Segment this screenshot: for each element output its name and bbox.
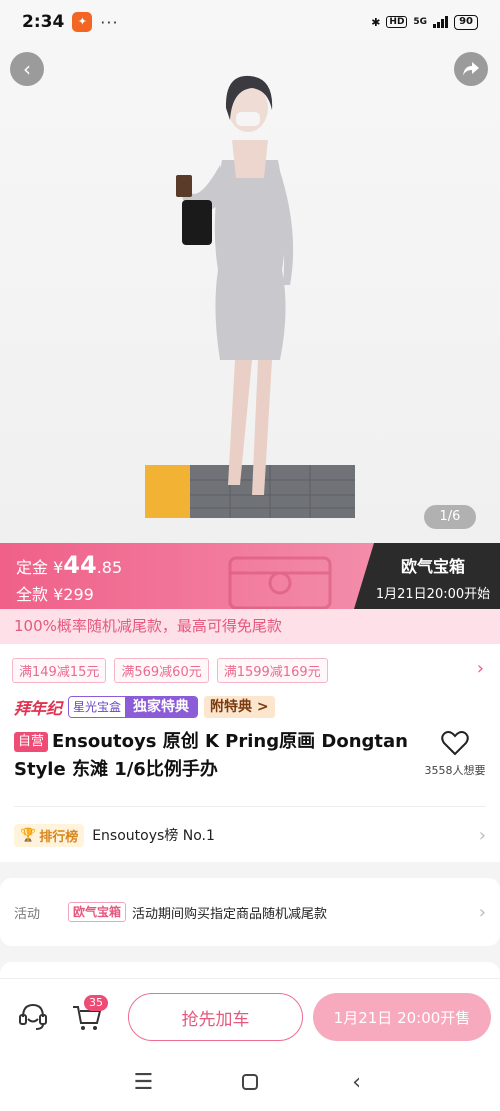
trophy-icon: 🏆	[20, 827, 37, 843]
coupon-item[interactable]: 满569减60元	[114, 658, 209, 683]
chevron-right-icon: ›	[478, 824, 486, 846]
ranking-badge-label: 排行榜	[39, 829, 79, 845]
cny-badge: 拜年纪	[14, 699, 63, 718]
status-time: 2:34	[22, 12, 65, 32]
image-counter: 1/6	[424, 505, 476, 529]
heart-icon	[441, 731, 469, 756]
product-figure-image	[145, 75, 355, 518]
chevron-left-icon: ‹	[23, 57, 31, 81]
exclusive-bonus-label: 独家特典	[125, 697, 198, 717]
system-nav-bar: ☰ ‹	[0, 1053, 500, 1111]
activity-label: 活动	[14, 906, 41, 922]
battery-icon: 90	[454, 14, 478, 30]
activity-tag: 欧气宝箱	[68, 902, 127, 922]
lucky-box-time: 1月21日20:00开始	[375, 587, 491, 602]
back-nav-icon[interactable]: ‹	[342, 1067, 372, 1097]
app-notification-icon: ✦	[72, 12, 93, 32]
back-button[interactable]: ‹	[10, 52, 44, 86]
lucky-box-panel[interactable]: 欧气宝箱 1月21日20:00开始	[354, 543, 500, 609]
ranking-text: Ensoutoys榜 No.1	[92, 828, 215, 844]
self-operated-tag: 自营	[14, 732, 49, 752]
deposit-amount-dec: .85	[96, 558, 123, 577]
starlight-box-badge[interactable]: 星光宝盒 独家特典	[68, 696, 199, 718]
deposit-label: 定金 ¥	[16, 558, 64, 577]
product-page: ‹ 1/6 2:34 ✦ ··· ✱ HD 5G 90 定金 ¥44.85 全款…	[0, 0, 500, 1111]
status-bar: 2:34 ✦ ··· ✱ HD 5G 90	[0, 0, 500, 44]
favorite-count: 3558人想要	[424, 764, 486, 777]
favorite-button[interactable]: 3558人想要	[422, 730, 488, 778]
bonus-gift-badge[interactable]: 附特典 >	[204, 696, 275, 718]
product-title-text: Ensoutoys 原创 K Pring原画 Dongtan Style 东滩 …	[14, 731, 408, 780]
share-icon	[463, 62, 479, 76]
share-button[interactable]	[454, 52, 488, 86]
bluetooth-icon: ✱	[371, 15, 381, 29]
product-image-gallery[interactable]: ‹ 1/6	[0, 0, 500, 543]
presale-banner: 定金 ¥44.85 全款 ¥299 欧气宝箱 1月21日20:00开始	[0, 543, 500, 609]
ranking-row[interactable]: 🏆 排行榜 Ensoutoys榜 No.1 ›	[14, 820, 486, 850]
divider	[14, 806, 486, 807]
badge-row: 拜年纪 星光宝盒 独家特典 附特典 >	[14, 695, 275, 719]
product-title: 自营 Ensoutoys 原创 K Pring原画 Dongtan Style 东…	[14, 728, 414, 784]
lucky-box-title: 欧气宝箱	[400, 557, 465, 576]
ranking-badge: 🏆 排行榜	[14, 823, 85, 847]
deposit-amount-int: 44	[63, 551, 97, 579]
product-info-card: 满149减15元 满569减60元 满1599减169元 › 拜年纪 星光宝盒 …	[0, 644, 500, 862]
chevron-right-icon[interactable]: ›	[477, 658, 484, 679]
add-to-cart-button[interactable]: 抢先加车	[128, 993, 303, 1041]
signal-icon	[433, 16, 449, 28]
promo-strip: 100%概率随机减尾款，最高可得免尾款	[0, 609, 500, 644]
hd-badge: HD	[386, 16, 408, 28]
home-icon[interactable]	[235, 1067, 265, 1097]
starlight-box-label: 星光宝盒	[69, 697, 126, 717]
coupon-item[interactable]: 满149减15元	[12, 658, 107, 683]
customer-service-icon[interactable]	[16, 999, 50, 1033]
presale-button[interactable]: 1月21日 20:00开售	[313, 993, 491, 1041]
coupon-item[interactable]: 满1599减169元	[216, 658, 328, 683]
treasure-box-decoration	[228, 556, 332, 609]
network-label: 5G	[413, 17, 428, 27]
activity-text: 活动期间购买指定商品随机减尾款	[132, 906, 328, 922]
menu-icon[interactable]: ☰	[128, 1067, 158, 1097]
chevron-right-icon: ›	[478, 901, 486, 923]
full-price: 全款 ¥299	[16, 585, 94, 604]
more-notifications-icon: ···	[100, 12, 119, 32]
activity-row[interactable]: 活动 欧气宝箱 活动期间购买指定商品随机减尾款 ›	[0, 878, 500, 946]
bottom-action-bar: 35 抢先加车 1月21日 20:00开售	[0, 978, 500, 1053]
coupon-list[interactable]: 满149减15元 满569减60元 满1599减169元	[12, 658, 328, 683]
cart-count-badge: 35	[84, 995, 108, 1011]
